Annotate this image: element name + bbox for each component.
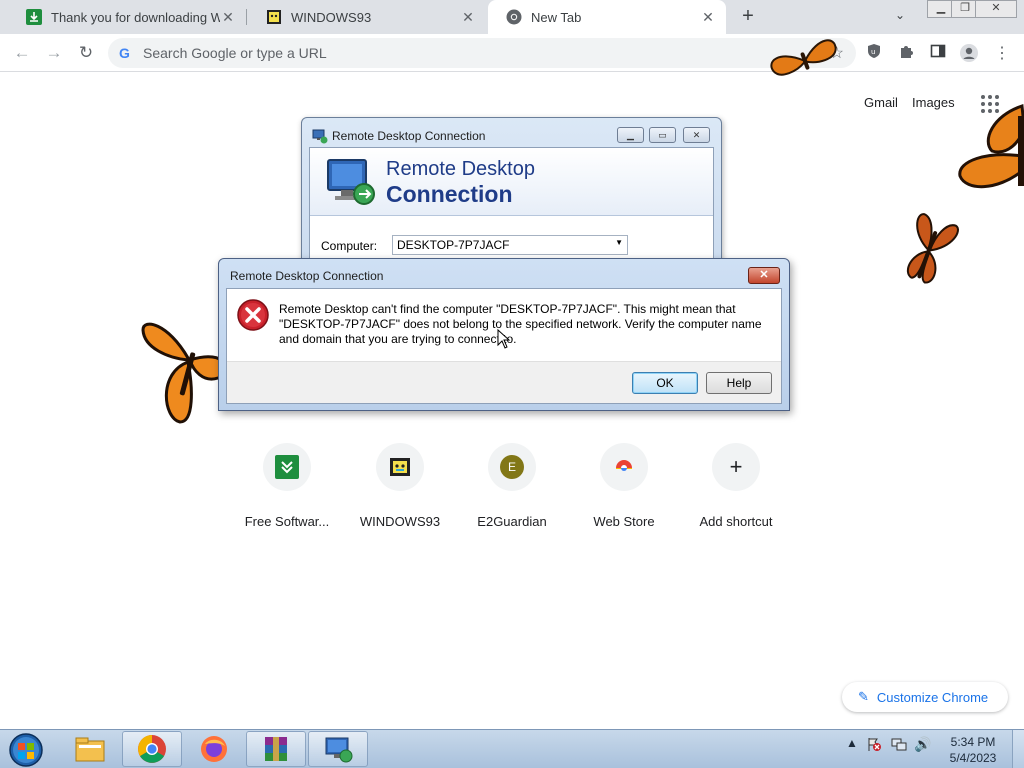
close-icon[interactable]: ✕	[683, 127, 710, 143]
google-g-icon: G	[119, 45, 130, 61]
explorer-icon	[75, 737, 105, 762]
rdc-banner-line1: Remote Desktop	[386, 158, 535, 180]
forward-arrow-icon[interactable]: →	[42, 41, 66, 65]
rdc-window-title: Remote Desktop Connection	[332, 129, 486, 143]
butterfly-icon	[906, 213, 959, 284]
computer-combobox[interactable]: DESKTOP-7P7JACF ▼	[392, 235, 628, 255]
browser-toolbar: ← → ↻ G Search Google or type a URL ☆ u …	[0, 34, 1024, 72]
rdc-banner-line2: Connection	[386, 181, 513, 207]
remote-desktop-monitor-icon	[327, 159, 375, 205]
error-dialog-footer: OK Help	[227, 361, 781, 403]
shortcut-add[interactable]: + Add shortcut	[680, 443, 792, 529]
extensions-puzzle-icon[interactable]	[896, 43, 916, 63]
shortcut-web-store[interactable]: Web Store	[568, 443, 680, 529]
ok-button[interactable]: OK	[632, 372, 698, 394]
gmail-link[interactable]: Gmail	[864, 95, 898, 110]
ublock-shield-icon[interactable]: u	[864, 43, 884, 63]
taskbar-winrar[interactable]	[246, 731, 306, 767]
tab-separator	[246, 9, 247, 25]
show-hidden-icons-icon[interactable]: ▲	[846, 736, 858, 750]
maximize-icon[interactable]: ▭	[649, 127, 676, 143]
taskbar: ▲ 🔊 5:34 PM 5/4/2023	[0, 729, 1024, 768]
shortcut-e2guardian[interactable]: E E2Guardian	[456, 443, 568, 529]
remote-desktop-icon	[325, 737, 353, 763]
help-button[interactable]: Help	[706, 372, 772, 394]
butterfly-icon	[958, 103, 1024, 189]
plus-glyph: +	[729, 454, 743, 479]
omnibox-placeholder: Search Google or type a URL	[143, 45, 327, 61]
taskbar-firefox[interactable]	[184, 731, 244, 767]
taskbar-explorer[interactable]	[60, 731, 120, 767]
minimize-icon[interactable]: ▁	[617, 127, 644, 143]
green-download-icon	[26, 9, 42, 25]
shortcut-label: E2Guardian	[477, 514, 547, 529]
shortcut-label: WINDOWS93	[359, 514, 441, 529]
new-tab-button[interactable]: +	[737, 4, 759, 30]
windows93-icon	[266, 9, 282, 25]
computer-label: Computer:	[321, 239, 378, 253]
dropdown-arrow-icon[interactable]: ▼	[615, 238, 623, 247]
shortcut-label: Free Softwar...	[244, 514, 330, 529]
rdc-banner: Remote Desktop Connection	[310, 148, 713, 216]
tab-download[interactable]: Thank you for downloading WinF ✕	[8, 0, 246, 34]
chrome-icon	[506, 9, 522, 25]
tab-search-chevron-icon[interactable]: ⌄	[895, 8, 905, 22]
error-message: Remote Desktop can't find the computer "…	[279, 302, 762, 346]
close-window-icon[interactable]: ✕	[975, 0, 1017, 18]
clock-date: 5/4/2023	[949, 751, 997, 765]
omnibox[interactable]: G Search Google or type a URL ☆	[108, 38, 856, 68]
tab-windows93[interactable]: WINDOWS93 ✕	[248, 0, 486, 34]
tab-title: WINDOWS93	[291, 9, 372, 25]
webstore-icon	[600, 443, 648, 491]
error-dialog-title: Remote Desktop Connection	[230, 269, 384, 283]
network-icon[interactable]	[890, 736, 908, 755]
close-tab-icon[interactable]: ✕	[460, 9, 476, 26]
reload-icon[interactable]: ↻	[74, 41, 98, 65]
tab-title: Thank you for downloading WinF	[51, 9, 220, 25]
profile-avatar-icon[interactable]	[959, 43, 979, 63]
plus-icon: +	[712, 443, 760, 491]
download-arrow-icon	[263, 443, 311, 491]
computer-value: DESKTOP-7P7JACF	[397, 238, 510, 252]
letter-e-badge: E	[500, 455, 524, 479]
mouse-cursor-icon	[497, 329, 511, 349]
butterfly-icon	[770, 39, 837, 76]
shortcut-label: Web Store	[593, 514, 655, 529]
volume-icon[interactable]: 🔊	[914, 736, 931, 753]
show-desktop-button[interactable]	[1012, 730, 1024, 768]
remote-desktop-icon	[312, 129, 328, 144]
pencil-icon: ✎	[858, 689, 869, 704]
svg-text:u: u	[871, 48, 875, 56]
tab-strip: Thank you for downloading WinF ✕ WINDOWS…	[0, 0, 1024, 34]
close-tab-icon[interactable]: ✕	[220, 9, 236, 26]
taskbar-chrome[interactable]	[122, 731, 182, 767]
windows93-icon	[376, 443, 424, 491]
close-icon[interactable]: ✕	[748, 267, 780, 284]
action-center-flag-icon[interactable]	[866, 736, 882, 755]
winrar-icon	[265, 737, 287, 761]
shortcut-label: Add shortcut	[699, 514, 773, 529]
shortcut-windows93[interactable]: WINDOWS93	[344, 443, 456, 529]
close-tab-icon[interactable]: ✕	[700, 9, 716, 26]
windows-orb-icon	[9, 733, 43, 767]
letter-e-icon: E	[488, 443, 536, 491]
clock-time: 5:34 PM	[950, 735, 996, 749]
chrome-icon	[138, 735, 166, 763]
menu-kebab-icon[interactable]: ⋮	[992, 43, 1012, 63]
shortcut-free-software[interactable]: Free Softwar...	[231, 443, 343, 529]
start-button[interactable]	[6, 731, 46, 768]
side-panel-icon[interactable]	[928, 43, 948, 63]
customize-label: Customize Chrome	[876, 689, 989, 705]
taskbar-clock[interactable]: 5:34 PM 5/4/2023	[938, 734, 1008, 766]
images-link[interactable]: Images	[912, 95, 955, 110]
tab-title: New Tab	[531, 9, 582, 25]
back-arrow-icon[interactable]: ←	[10, 41, 34, 65]
customize-chrome-button[interactable]: ✎ Customize Chrome	[842, 682, 1008, 712]
taskbar-remote-desktop[interactable]	[308, 731, 368, 767]
error-x-icon	[237, 299, 269, 331]
firefox-icon	[201, 736, 227, 762]
tab-new-tab[interactable]: New Tab ✕	[488, 0, 726, 34]
